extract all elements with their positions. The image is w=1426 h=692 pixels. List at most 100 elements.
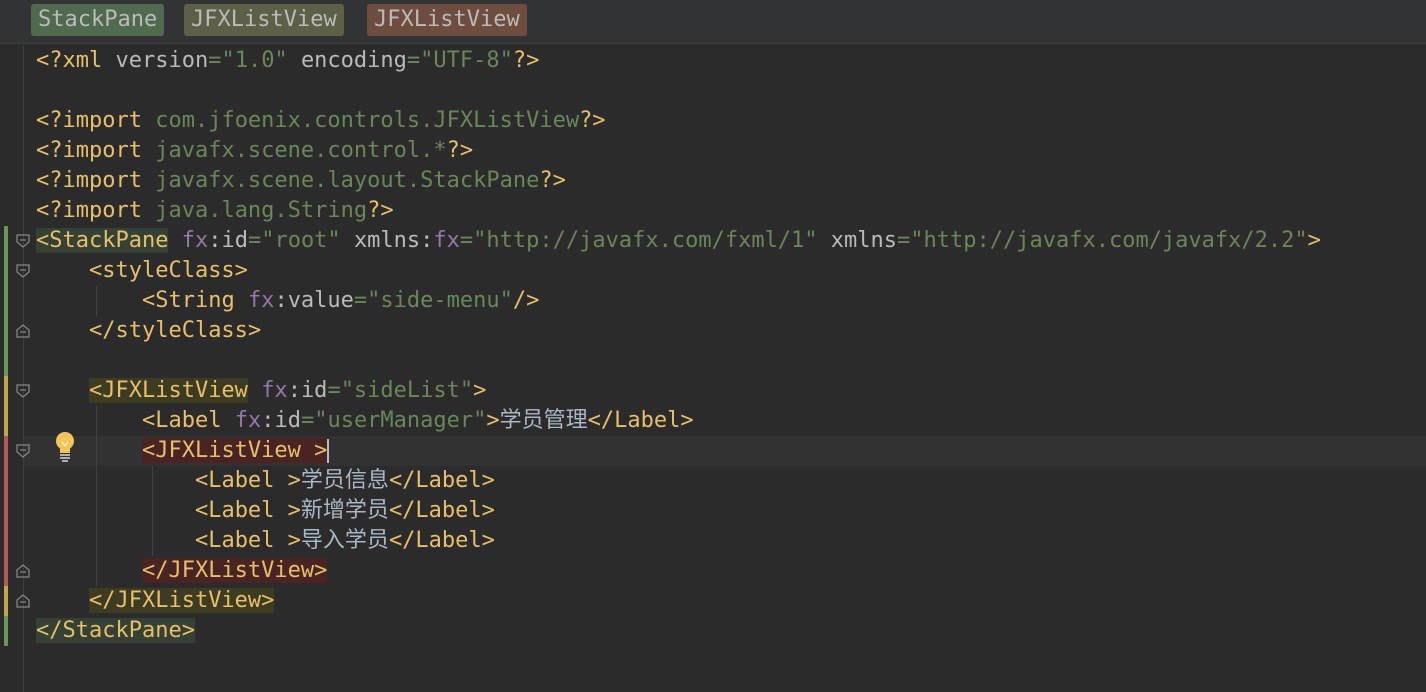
label-text: 导入学员 bbox=[300, 528, 389, 553]
ns-prefix: fx bbox=[234, 408, 262, 433]
fold-marker-icon[interactable] bbox=[16, 444, 30, 458]
tag-close-bracket: > bbox=[1307, 228, 1321, 253]
code-line-current: <JFXListView > bbox=[36, 436, 1321, 466]
jfxlistview-open-tag: <JFXListView bbox=[88, 378, 248, 403]
equals: = bbox=[897, 228, 911, 253]
colon: : bbox=[274, 288, 288, 313]
equals: = bbox=[247, 228, 262, 253]
label-open-tag: <Label > bbox=[194, 468, 301, 493]
change-marker-modified[interactable] bbox=[4, 376, 8, 436]
attr-value: "UTF-8" bbox=[420, 48, 513, 73]
label-close-tag: </Label> bbox=[388, 498, 495, 523]
stackpane-close-tag: </StackPane> bbox=[36, 618, 195, 643]
styleclass-close-tag: </styleClass> bbox=[88, 318, 262, 343]
colon: : bbox=[420, 228, 434, 253]
attr-name: id bbox=[221, 228, 248, 253]
equals: = bbox=[353, 288, 368, 313]
self-close: /> bbox=[512, 288, 540, 313]
label-text: 学员信息 bbox=[300, 468, 389, 493]
code-line: <?import java.lang.String?> bbox=[36, 196, 1321, 226]
fold-marker-icon[interactable] bbox=[16, 384, 30, 398]
attr-name: id bbox=[274, 408, 301, 433]
attr-name: id bbox=[300, 378, 328, 403]
attr-value: "side-menu" bbox=[367, 288, 513, 313]
colon: : bbox=[287, 378, 301, 403]
fold-marker-icon[interactable] bbox=[16, 234, 30, 248]
attr-name: xmlns bbox=[830, 228, 898, 253]
equals: = bbox=[459, 228, 474, 253]
change-marker-added[interactable] bbox=[4, 616, 8, 646]
breadcrumb-jfxlistview-inner[interactable]: JFXListView bbox=[367, 4, 527, 36]
ns-prefix: fx bbox=[181, 228, 209, 253]
code-line: <Label fx:id="userManager">学员管理</Label> bbox=[36, 406, 1321, 436]
code-line: </JFXListView> bbox=[36, 586, 1321, 616]
breadcrumb-jfxlistview-outer[interactable]: JFXListView bbox=[184, 4, 344, 36]
fold-marker-icon[interactable] bbox=[16, 594, 30, 608]
stackpane-open-tag: <StackPane bbox=[36, 228, 169, 253]
code-line: <Label >新增学员</Label> bbox=[36, 496, 1321, 526]
attr-value: "http://javafx.com/javafx/2.2" bbox=[910, 228, 1308, 253]
pi-close: ?> bbox=[367, 198, 394, 223]
styleclass-open-tag: <styleClass> bbox=[88, 258, 248, 283]
attr-value: "userManager" bbox=[314, 408, 487, 433]
jfxlistview-close-tag: </JFXListView> bbox=[88, 588, 275, 613]
attr-value: "sideList" bbox=[340, 378, 474, 403]
code-line: <JFXListView fx:id="sideList"> bbox=[36, 376, 1321, 406]
string-open-tag: <String bbox=[141, 288, 235, 313]
breadcrumb: StackPane JFXListView JFXListView bbox=[0, 0, 1426, 44]
code-editor[interactable]: <?xml version="1.0" encoding="UTF-8"?> <… bbox=[0, 46, 1426, 692]
change-marker-changed[interactable] bbox=[4, 436, 8, 586]
equals: = bbox=[327, 378, 341, 403]
code-line: <String fx:value="side-menu"/> bbox=[36, 286, 1321, 316]
ns-prefix: fx bbox=[247, 288, 275, 313]
fold-marker-icon[interactable] bbox=[16, 264, 30, 278]
colon: : bbox=[208, 228, 222, 253]
xml-decl-close: ?> bbox=[512, 48, 540, 73]
code-line: </JFXListView> bbox=[36, 556, 1321, 586]
breadcrumb-stackpane[interactable]: StackPane bbox=[31, 4, 165, 36]
attr-name: encoding bbox=[300, 48, 407, 73]
label-open-tag: <Label bbox=[141, 408, 222, 433]
label-close-tag: </Label> bbox=[388, 468, 495, 493]
pi-close: ?> bbox=[539, 168, 566, 193]
fold-marker-icon[interactable] bbox=[16, 564, 30, 578]
import-target: javafx.scene.layout.StackPane bbox=[155, 168, 540, 193]
import-target: javafx.scene.control.* bbox=[155, 138, 447, 163]
fold-marker-icon[interactable] bbox=[16, 324, 30, 338]
jfxlistview-inner-open-tag: <JFXListView > bbox=[141, 438, 328, 463]
change-marker-added[interactable] bbox=[4, 226, 8, 376]
import-keyword: <?import bbox=[36, 108, 156, 133]
attr-name: value bbox=[287, 288, 354, 313]
colon: : bbox=[261, 408, 275, 433]
code-line: <Label >导入学员</Label> bbox=[36, 526, 1321, 556]
equals: = bbox=[208, 48, 222, 73]
xml-decl-open: <?xml bbox=[36, 48, 116, 73]
code-line: <styleClass> bbox=[36, 256, 1321, 286]
label-text: 学员管理 bbox=[499, 408, 588, 433]
code-line: </StackPane> bbox=[36, 616, 1321, 646]
code-line: <Label >学员信息</Label> bbox=[36, 466, 1321, 496]
import-target: com.jfoenix.controls.JFXListView bbox=[155, 108, 580, 133]
label-text: 新增学员 bbox=[300, 498, 389, 523]
label-close-tag: </Label> bbox=[388, 528, 495, 553]
tag-close-bracket: > bbox=[473, 378, 487, 403]
jfxlistview-inner-close-tag: </JFXListView> bbox=[141, 558, 328, 583]
attr-name: version bbox=[115, 48, 209, 73]
import-keyword: <?import bbox=[36, 198, 156, 223]
pi-close: ?> bbox=[446, 138, 474, 163]
import-keyword: <?import bbox=[36, 168, 156, 193]
code-line: <?import com.jfoenix.controls.JFXListVie… bbox=[36, 106, 1321, 136]
import-target: java.lang.String bbox=[155, 198, 368, 223]
code-line: <?import javafx.scene.layout.StackPane?> bbox=[36, 166, 1321, 196]
code-line: <?xml version="1.0" encoding="UTF-8"?> bbox=[36, 46, 1321, 76]
ns-prefix: fx bbox=[261, 378, 288, 403]
code-content[interactable]: <?xml version="1.0" encoding="UTF-8"?> <… bbox=[36, 46, 1321, 646]
label-open-tag: <Label > bbox=[194, 528, 301, 553]
pi-close: ?> bbox=[579, 108, 606, 133]
attr-value: "root" bbox=[261, 228, 341, 253]
equals: = bbox=[300, 408, 315, 433]
text-caret bbox=[327, 439, 330, 463]
change-marker-modified[interactable] bbox=[4, 586, 8, 616]
